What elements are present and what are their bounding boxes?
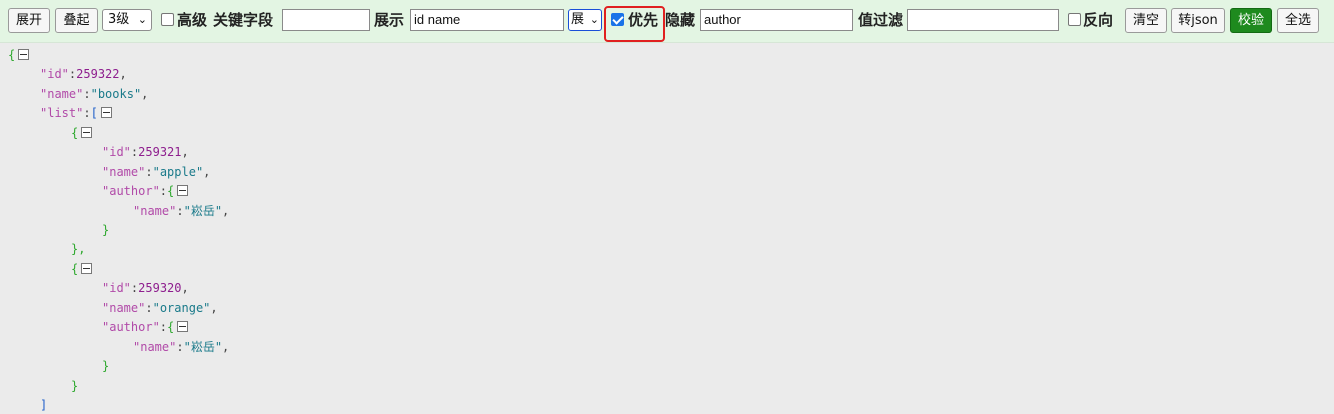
- value-filter-input[interactable]: [907, 9, 1059, 31]
- advanced-checkbox[interactable]: [161, 13, 174, 26]
- json-row-name: "name":"apple",: [102, 165, 211, 179]
- show-mode-select[interactable]: 展 ⌄: [568, 9, 602, 31]
- chevron-down-icon: ⌄: [137, 13, 147, 26]
- validate-button[interactable]: 校验: [1230, 8, 1272, 33]
- json-item-open: {: [71, 260, 93, 278]
- select-all-button[interactable]: 全选: [1277, 8, 1319, 33]
- reverse-label: 反向: [1083, 11, 1114, 29]
- filter-label: 值过滤: [858, 11, 904, 29]
- keyword-input[interactable]: [282, 9, 370, 31]
- json-root-open: {: [8, 46, 30, 64]
- collapse-toggle-icon[interactable]: [81, 127, 93, 138]
- hide-label: 隐藏: [665, 11, 696, 29]
- chevron-down-icon: ⌄: [589, 13, 599, 26]
- collapse-toggle-icon[interactable]: [100, 107, 112, 118]
- collapse-button[interactable]: 叠起: [55, 8, 98, 33]
- json-viewer: { "id":259322, "name":"books", "list":[ …: [0, 43, 1334, 412]
- collapse-toggle-icon[interactable]: [18, 49, 30, 60]
- keyword-label: 关键字段: [213, 11, 274, 29]
- json-row-name: "name":"orange",: [102, 301, 218, 315]
- json-author-close: }: [102, 359, 110, 373]
- json-row-author: "author":{: [102, 182, 189, 200]
- json-author-close: }: [102, 223, 110, 237]
- json-list-close: ]: [40, 398, 48, 412]
- json-item-close: }: [71, 379, 79, 393]
- json-row-id: "id":259320,: [102, 281, 189, 295]
- reverse-checkbox[interactable]: [1068, 13, 1081, 26]
- json-item-open: {: [71, 124, 93, 142]
- collapse-toggle-icon[interactable]: [177, 321, 189, 332]
- json-row-author: "author":{: [102, 318, 189, 336]
- hide-fields-input[interactable]: author: [700, 9, 853, 31]
- clear-button[interactable]: 清空: [1125, 8, 1167, 33]
- show-mode-value: 展: [571, 12, 585, 27]
- show-label: 展示: [374, 11, 405, 29]
- level-select-value: 3级: [108, 12, 130, 27]
- json-row-name: "name":"books",: [40, 87, 149, 101]
- json-row-id: "id":259321,: [102, 145, 189, 159]
- json-row-id: "id":259322,: [40, 67, 127, 81]
- expand-button[interactable]: 展开: [8, 8, 50, 33]
- json-row-author-name: "name":"崧岳",: [133, 204, 230, 218]
- to-json-button[interactable]: 转json: [1171, 8, 1225, 33]
- advanced-label: 高级: [177, 11, 208, 29]
- json-row-list: "list":[: [40, 104, 112, 122]
- level-select[interactable]: 3级 ⌄: [102, 9, 152, 31]
- show-fields-input[interactable]: id name: [410, 9, 564, 31]
- collapse-toggle-icon[interactable]: [81, 263, 93, 274]
- collapse-toggle-icon[interactable]: [177, 185, 189, 196]
- json-row-author-name: "name":"崧岳",: [133, 340, 230, 354]
- json-item-close: },: [71, 242, 86, 256]
- toolbar: 展开 叠起 3级 ⌄ 高级 关键字段 展示 id name 展 ⌄ 优先 隐藏 …: [0, 0, 1334, 43]
- highlight-box: [604, 6, 665, 42]
